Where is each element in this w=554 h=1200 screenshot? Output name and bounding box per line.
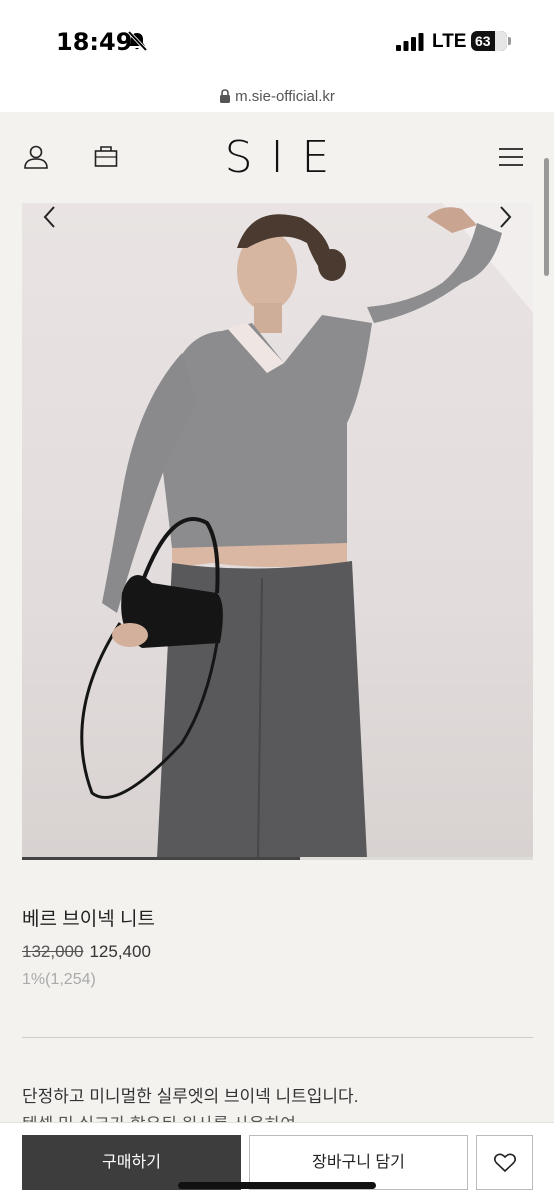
bell-off-icon xyxy=(127,30,148,52)
home-indicator xyxy=(178,1182,376,1189)
original-price: 132,000 xyxy=(22,942,84,961)
product-image[interactable] xyxy=(22,203,533,858)
gallery-progress xyxy=(22,857,533,860)
price-row: 132,000 125,400 xyxy=(22,942,151,962)
status-bar: 18:49 LTE 63 xyxy=(0,0,554,84)
description-line: 단정하고 미니멀한 실루엣의 브이넥 니트입니다. xyxy=(22,1087,359,1106)
reward-points: 1%(1,254) xyxy=(22,971,96,988)
battery-icon: 63 xyxy=(471,31,507,51)
gallery-progress-fill xyxy=(22,857,301,860)
chevron-right-icon[interactable] xyxy=(495,203,515,231)
status-time: 18:49 xyxy=(56,28,133,56)
product-name: 베르 브이넥 니트 xyxy=(22,909,155,930)
url-text: m.sie-official.kr xyxy=(235,88,335,105)
heart-icon xyxy=(494,1153,516,1173)
divider xyxy=(22,1037,533,1038)
battery-level: 63 xyxy=(475,33,491,49)
chevron-left-icon[interactable] xyxy=(40,203,60,231)
site-header: SIE xyxy=(0,112,554,202)
battery-cap xyxy=(508,37,511,45)
network-type: LTE xyxy=(432,31,467,52)
wishlist-button[interactable] xyxy=(476,1135,533,1190)
site-logo[interactable]: SIE xyxy=(0,132,554,183)
url-bar[interactable]: m.sie-official.kr xyxy=(0,84,554,112)
lock-icon xyxy=(220,89,231,103)
menu-icon[interactable] xyxy=(499,148,523,166)
signal-icon xyxy=(396,33,424,51)
url-display[interactable]: m.sie-official.kr xyxy=(219,88,335,105)
product-photo xyxy=(80,203,533,858)
page-scrollbar[interactable] xyxy=(544,158,549,276)
sale-price: 125,400 xyxy=(89,942,151,961)
